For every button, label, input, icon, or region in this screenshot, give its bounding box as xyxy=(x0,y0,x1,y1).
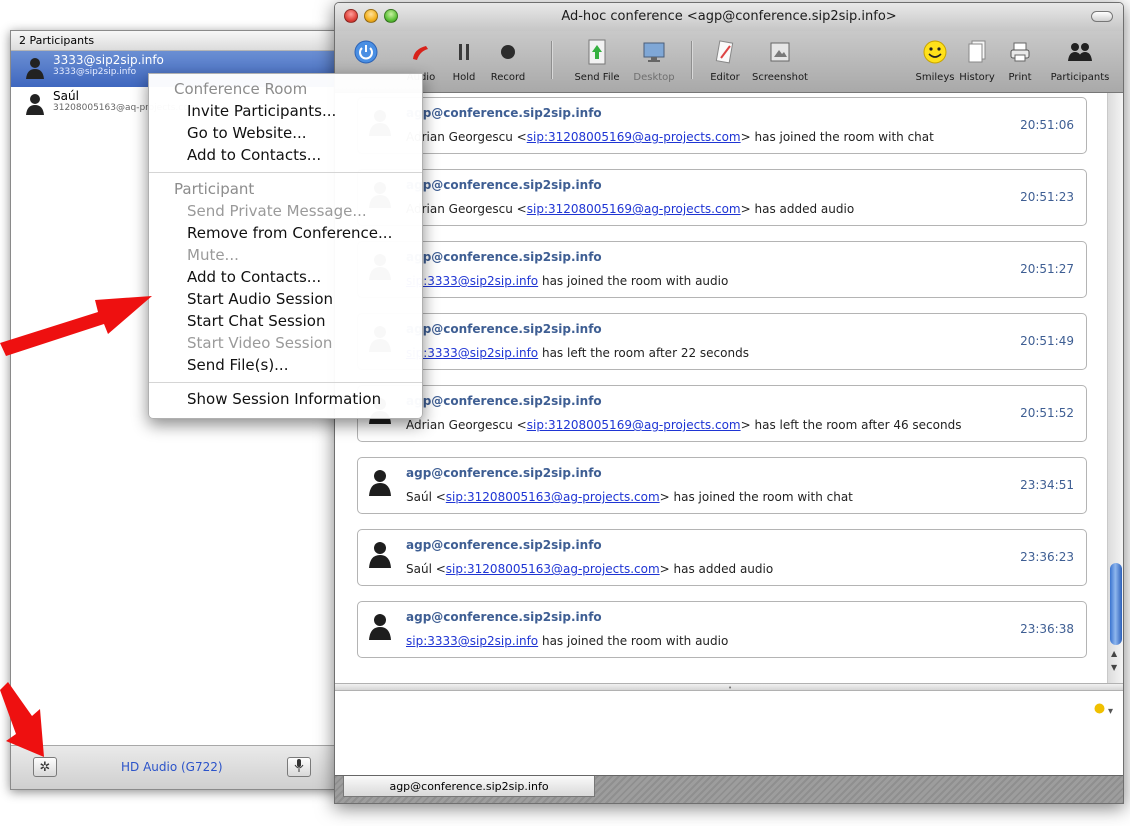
red-arrow-icon xyxy=(0,296,152,356)
red-arrow-icon xyxy=(0,682,44,757)
annotation-arrows xyxy=(0,296,152,757)
